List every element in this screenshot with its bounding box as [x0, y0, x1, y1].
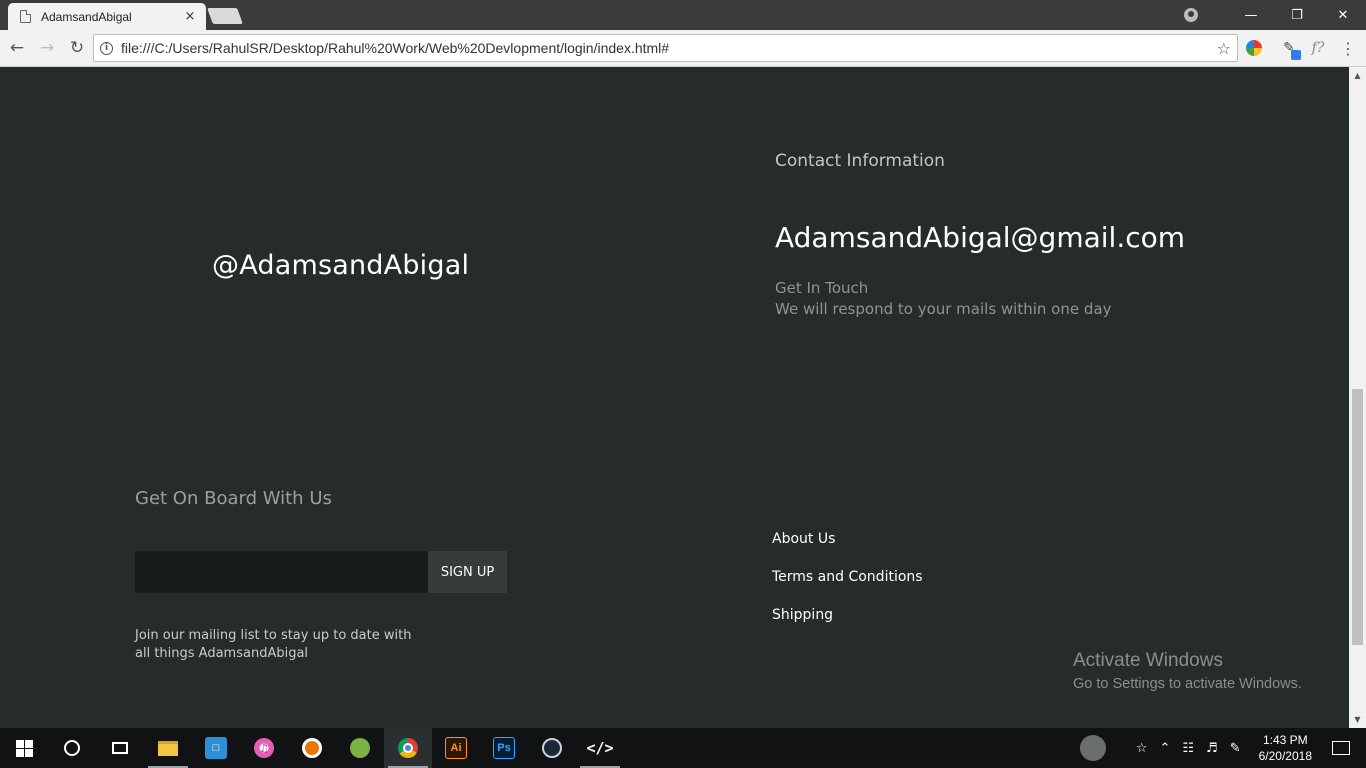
scroll-up-arrow-icon[interactable]: ▲ — [1349, 67, 1366, 84]
page-icon — [20, 10, 31, 23]
minimize-button[interactable]: — — [1228, 0, 1274, 30]
sign-up-button[interactable]: SIGN UP — [428, 551, 507, 593]
browser-toolbar: ← → ↻ i file:///C:/Users/RahulSR/Desktop… — [0, 30, 1366, 67]
close-window-button[interactable]: ✕ — [1320, 0, 1366, 30]
app-square-icon: □ — [205, 737, 227, 759]
show-hidden-icons-chevron-icon[interactable]: ⌃ — [1159, 741, 1170, 756]
watermark-title: Activate Windows — [1073, 650, 1223, 671]
social-handle: @AdamsandAbigal — [212, 250, 470, 281]
itunes-button[interactable]: ♫ — [240, 728, 288, 768]
code-editor-button[interactable]: </> — [576, 728, 624, 768]
profile-icon[interactable] — [1184, 8, 1198, 22]
task-view-icon — [112, 742, 128, 754]
windows-taskbar: □ ♫ Ai Ps </> ☆ ⌃ ☷ ♬ ✎ 1:43 PM 6/20/201… — [0, 728, 1366, 768]
footer-links: About Us Terms and Conditions Shipping — [772, 530, 923, 644]
bookmark-star-icon[interactable]: ☆ — [1217, 39, 1231, 58]
get-in-touch-title: Get In Touch — [775, 279, 869, 297]
window-controls: — ❐ ✕ — [1184, 0, 1366, 30]
illustrator-button[interactable]: Ai — [432, 728, 480, 768]
code-editor-icon: </> — [586, 739, 614, 757]
cortana-icon — [64, 740, 80, 756]
android-studio-icon — [350, 738, 370, 758]
people-avatar[interactable] — [1079, 735, 1106, 761]
footer-link-terms[interactable]: Terms and Conditions — [772, 568, 923, 586]
cortana-button[interactable] — [48, 728, 96, 768]
illustrator-icon: Ai — [445, 737, 467, 759]
new-tab-button[interactable] — [207, 8, 243, 24]
newsletter-heading: Get On Board With Us — [135, 488, 332, 509]
tab-close-button[interactable]: × — [182, 9, 198, 24]
windows-logo-icon — [15, 739, 33, 757]
browser-tab[interactable]: AdamsandAbigal × — [8, 3, 206, 30]
system-tray: ☆ ⌃ ☷ ♬ ✎ 1:43 PM 6/20/2018 — [1079, 728, 1366, 768]
address-url[interactable]: file:///C:/Users/RahulSR/Desktop/Rahul%2… — [121, 40, 1217, 56]
people-icon[interactable]: ☆ — [1136, 741, 1148, 756]
eyedropper-extension-icon[interactable]: ✎ — [1279, 38, 1301, 60]
chrome-button[interactable] — [384, 728, 432, 768]
newsletter-email-input[interactable] — [135, 551, 428, 593]
newsletter-description: Join our mailing list to stay up to date… — [135, 628, 412, 661]
blender-icon — [302, 738, 322, 758]
photoshop-icon: Ps — [493, 737, 515, 759]
footer-link-about-us[interactable]: About Us — [772, 530, 923, 548]
address-bar[interactable]: i file:///C:/Users/RahulSR/Desktop/Rahul… — [93, 34, 1238, 62]
page-scrollbar[interactable]: ▲ ▼ — [1349, 67, 1366, 728]
scrollbar-thumb[interactable] — [1352, 389, 1363, 645]
restore-button[interactable]: ❐ — [1274, 0, 1320, 30]
back-button[interactable]: ← — [4, 35, 30, 61]
browser-menu-icon[interactable]: ⋮ — [1338, 38, 1358, 58]
clock-time: 1:43 PM — [1262, 733, 1308, 747]
file-explorer-button[interactable] — [144, 728, 192, 768]
reload-button[interactable]: ↻ — [64, 35, 90, 61]
itunes-icon: ♫ — [254, 738, 274, 758]
volume-icon[interactable]: ♬ — [1206, 741, 1218, 756]
pen-workspace-icon[interactable]: ✎ — [1230, 741, 1241, 756]
scroll-down-arrow-icon[interactable]: ▼ — [1349, 711, 1366, 728]
contact-heading: Contact Information — [775, 151, 945, 171]
browser-titlebar: AdamsandAbigal × — ❐ ✕ — [0, 0, 1366, 30]
contact-email: AdamsandAbigal@gmail.com — [775, 221, 1186, 254]
response-time-text: We will respond to your mails within one… — [775, 300, 1112, 318]
photoshop-button[interactable]: Ps — [480, 728, 528, 768]
tab-title: AdamsandAbigal — [41, 9, 132, 24]
font-extension-icon[interactable]: f? — [1308, 38, 1328, 58]
blender-button[interactable] — [288, 728, 336, 768]
android-studio-button[interactable] — [336, 728, 384, 768]
app-square-button[interactable]: □ — [192, 728, 240, 768]
steam-icon — [542, 738, 562, 758]
watermark-subtitle: Go to Settings to activate Windows. — [1073, 676, 1302, 692]
action-center-icon[interactable] — [1332, 741, 1350, 755]
network-icon[interactable]: ☷ — [1182, 741, 1194, 756]
start-button[interactable] — [0, 728, 48, 768]
clock-date: 6/20/2018 — [1258, 749, 1312, 763]
footer-link-shipping[interactable]: Shipping — [772, 606, 923, 624]
page-content: @AdamsandAbigal Contact Information Adam… — [0, 67, 1349, 728]
color-extension-icon[interactable] — [1244, 38, 1264, 58]
info-icon[interactable]: i — [100, 41, 113, 55]
activate-windows-watermark: Activate Windows Go to Settings to activ… — [1073, 650, 1302, 692]
steam-button[interactable] — [528, 728, 576, 768]
task-view-button[interactable] — [96, 728, 144, 768]
system-clock[interactable]: 1:43 PM 6/20/2018 — [1259, 732, 1312, 764]
forward-button[interactable]: → — [34, 35, 60, 61]
chrome-icon — [398, 738, 418, 758]
folder-icon — [158, 740, 178, 756]
